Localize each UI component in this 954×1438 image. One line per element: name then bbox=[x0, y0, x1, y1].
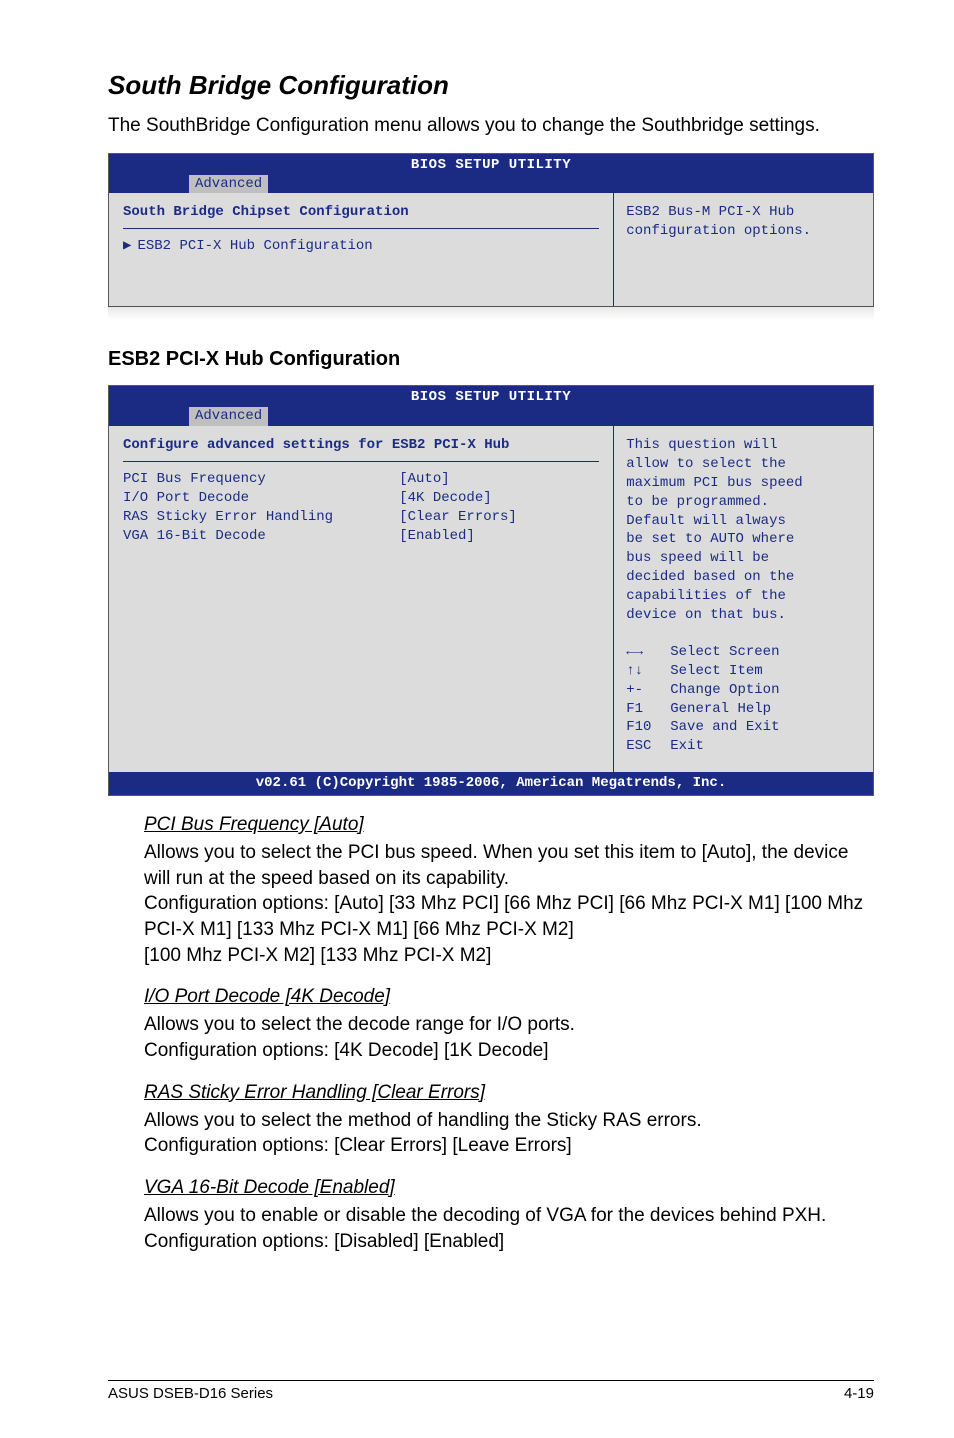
shadow bbox=[108, 306, 874, 320]
separator bbox=[123, 461, 599, 462]
key-help-block: ←→Select Screen ↑↓Select Item +-Change O… bbox=[626, 643, 861, 756]
help-line: allow to select the bbox=[626, 455, 861, 474]
option-label: PCI Bus Frequency bbox=[123, 470, 399, 489]
tab-advanced[interactable]: Advanced bbox=[189, 175, 268, 194]
item-para: Allows you to select the PCI bus speed. … bbox=[144, 840, 874, 891]
help-line: device on that bus. bbox=[626, 606, 861, 625]
key: ←→ bbox=[626, 643, 670, 662]
sub-heading: ESB2 PCI-X Hub Configuration bbox=[108, 348, 874, 371]
bios-right-pane: This question will allow to select the m… bbox=[613, 426, 873, 772]
option-value: [Auto] bbox=[399, 470, 599, 489]
bios-footer: v02.61 (C)Copyright 1985-2006, American … bbox=[109, 772, 873, 795]
item-para: Configuration options: [Clear Errors] [L… bbox=[144, 1133, 874, 1159]
item-block: I/O Port Decode [4K Decode] Allows you t… bbox=[108, 986, 874, 1063]
option-value: [Enabled] bbox=[399, 527, 599, 546]
key-help-row: ←→Select Screen bbox=[626, 643, 861, 662]
key-desc: Exit bbox=[670, 737, 704, 756]
option-value: [4K Decode] bbox=[399, 489, 599, 508]
key: ↑↓ bbox=[626, 662, 670, 681]
help-line: ESB2 Bus-M PCI-X Hub bbox=[626, 203, 861, 222]
key: F10 bbox=[626, 718, 670, 737]
help-line: decided based on the bbox=[626, 568, 861, 587]
bios-window-2: BIOS SETUP UTILITY Advanced Configure ad… bbox=[108, 385, 874, 796]
key: +- bbox=[626, 681, 670, 700]
help-line: capabilities of the bbox=[626, 587, 861, 606]
bios-header-title: BIOS SETUP UTILITY bbox=[109, 156, 873, 175]
submenu-row[interactable]: ▶ ESB2 PCI-X Hub Configuration bbox=[123, 237, 599, 256]
bios-header: BIOS SETUP UTILITY Advanced bbox=[109, 154, 873, 194]
option-label: I/O Port Decode bbox=[123, 489, 399, 508]
key-desc: Save and Exit bbox=[670, 718, 779, 737]
option-value: [Clear Errors] bbox=[399, 508, 599, 527]
help-line: Default will always bbox=[626, 512, 861, 531]
bios-header-title: BIOS SETUP UTILITY bbox=[109, 388, 873, 407]
item-block: PCI Bus Frequency [Auto] Allows you to s… bbox=[108, 814, 874, 968]
option-row[interactable]: I/O Port Decode[4K Decode] bbox=[123, 489, 599, 508]
submenu-arrow-icon: ▶ bbox=[123, 237, 131, 256]
item-para: [100 Mhz PCI-X M2] [133 Mhz PCI-X M2] bbox=[144, 943, 874, 969]
tab-advanced[interactable]: Advanced bbox=[189, 407, 268, 426]
help-line: maximum PCI bus speed bbox=[626, 474, 861, 493]
item-para: Allows you to select the method of handl… bbox=[144, 1108, 874, 1134]
key-desc: Select Item bbox=[670, 662, 762, 681]
key-help-row: ↑↓Select Item bbox=[626, 662, 861, 681]
option-label: VGA 16-Bit Decode bbox=[123, 527, 399, 546]
item-block: VGA 16-Bit Decode [Enabled] Allows you t… bbox=[108, 1177, 874, 1254]
key-desc: General Help bbox=[670, 700, 771, 719]
key-help-row: F1General Help bbox=[626, 700, 861, 719]
bios-window-1: BIOS SETUP UTILITY Advanced South Bridge… bbox=[108, 153, 874, 308]
key: F1 bbox=[626, 700, 670, 719]
item-heading: I/O Port Decode [4K Decode] bbox=[144, 986, 874, 1008]
left-heading: Configure advanced settings for ESB2 PCI… bbox=[123, 436, 599, 455]
bios-header: BIOS SETUP UTILITY Advanced bbox=[109, 386, 873, 426]
option-row[interactable]: PCI Bus Frequency[Auto] bbox=[123, 470, 599, 489]
bios-left-pane: South Bridge Chipset Configuration ▶ ESB… bbox=[109, 193, 613, 306]
item-para: Allows you to select the decode range fo… bbox=[144, 1012, 874, 1038]
option-row[interactable]: RAS Sticky Error Handling[Clear Errors] bbox=[123, 508, 599, 527]
item-heading: VGA 16-Bit Decode [Enabled] bbox=[144, 1177, 874, 1199]
item-para: Configuration options: [4K Decode] [1K D… bbox=[144, 1038, 874, 1064]
footer-left: ASUS DSEB-D16 Series bbox=[108, 1385, 273, 1402]
item-heading: PCI Bus Frequency [Auto] bbox=[144, 814, 874, 836]
key: ESC bbox=[626, 737, 670, 756]
key-desc: Select Screen bbox=[670, 643, 779, 662]
submenu-label: ESB2 PCI-X Hub Configuration bbox=[137, 237, 372, 256]
intro-text: The SouthBridge Configuration menu allow… bbox=[108, 113, 874, 139]
help-line: configuration options. bbox=[626, 222, 861, 241]
bios-left-pane: Configure advanced settings for ESB2 PCI… bbox=[109, 426, 613, 772]
item-para: Allows you to enable or disable the deco… bbox=[144, 1203, 874, 1254]
separator bbox=[123, 228, 599, 229]
help-line: bus speed will be bbox=[626, 549, 861, 568]
option-label: RAS Sticky Error Handling bbox=[123, 508, 399, 527]
key-help-row: F10Save and Exit bbox=[626, 718, 861, 737]
help-line: to be programmed. bbox=[626, 493, 861, 512]
help-line: be set to AUTO where bbox=[626, 530, 861, 549]
item-para: Configuration options: [Auto] [33 Mhz PC… bbox=[144, 891, 874, 942]
key-help-row: +-Change Option bbox=[626, 681, 861, 700]
option-row[interactable]: VGA 16-Bit Decode[Enabled] bbox=[123, 527, 599, 546]
section-title: South Bridge Configuration bbox=[108, 70, 874, 101]
help-line: This question will bbox=[626, 436, 861, 455]
key-help-row: ESCExit bbox=[626, 737, 861, 756]
footer-page-number: 4-19 bbox=[844, 1385, 874, 1402]
page-footer: ASUS DSEB-D16 Series 4-19 bbox=[108, 1380, 874, 1402]
left-heading: South Bridge Chipset Configuration bbox=[123, 203, 599, 222]
bios-right-pane: ESB2 Bus-M PCI-X Hub configuration optio… bbox=[613, 193, 873, 306]
key-desc: Change Option bbox=[670, 681, 779, 700]
item-block: RAS Sticky Error Handling [Clear Errors]… bbox=[108, 1082, 874, 1159]
item-heading: RAS Sticky Error Handling [Clear Errors] bbox=[144, 1082, 874, 1104]
